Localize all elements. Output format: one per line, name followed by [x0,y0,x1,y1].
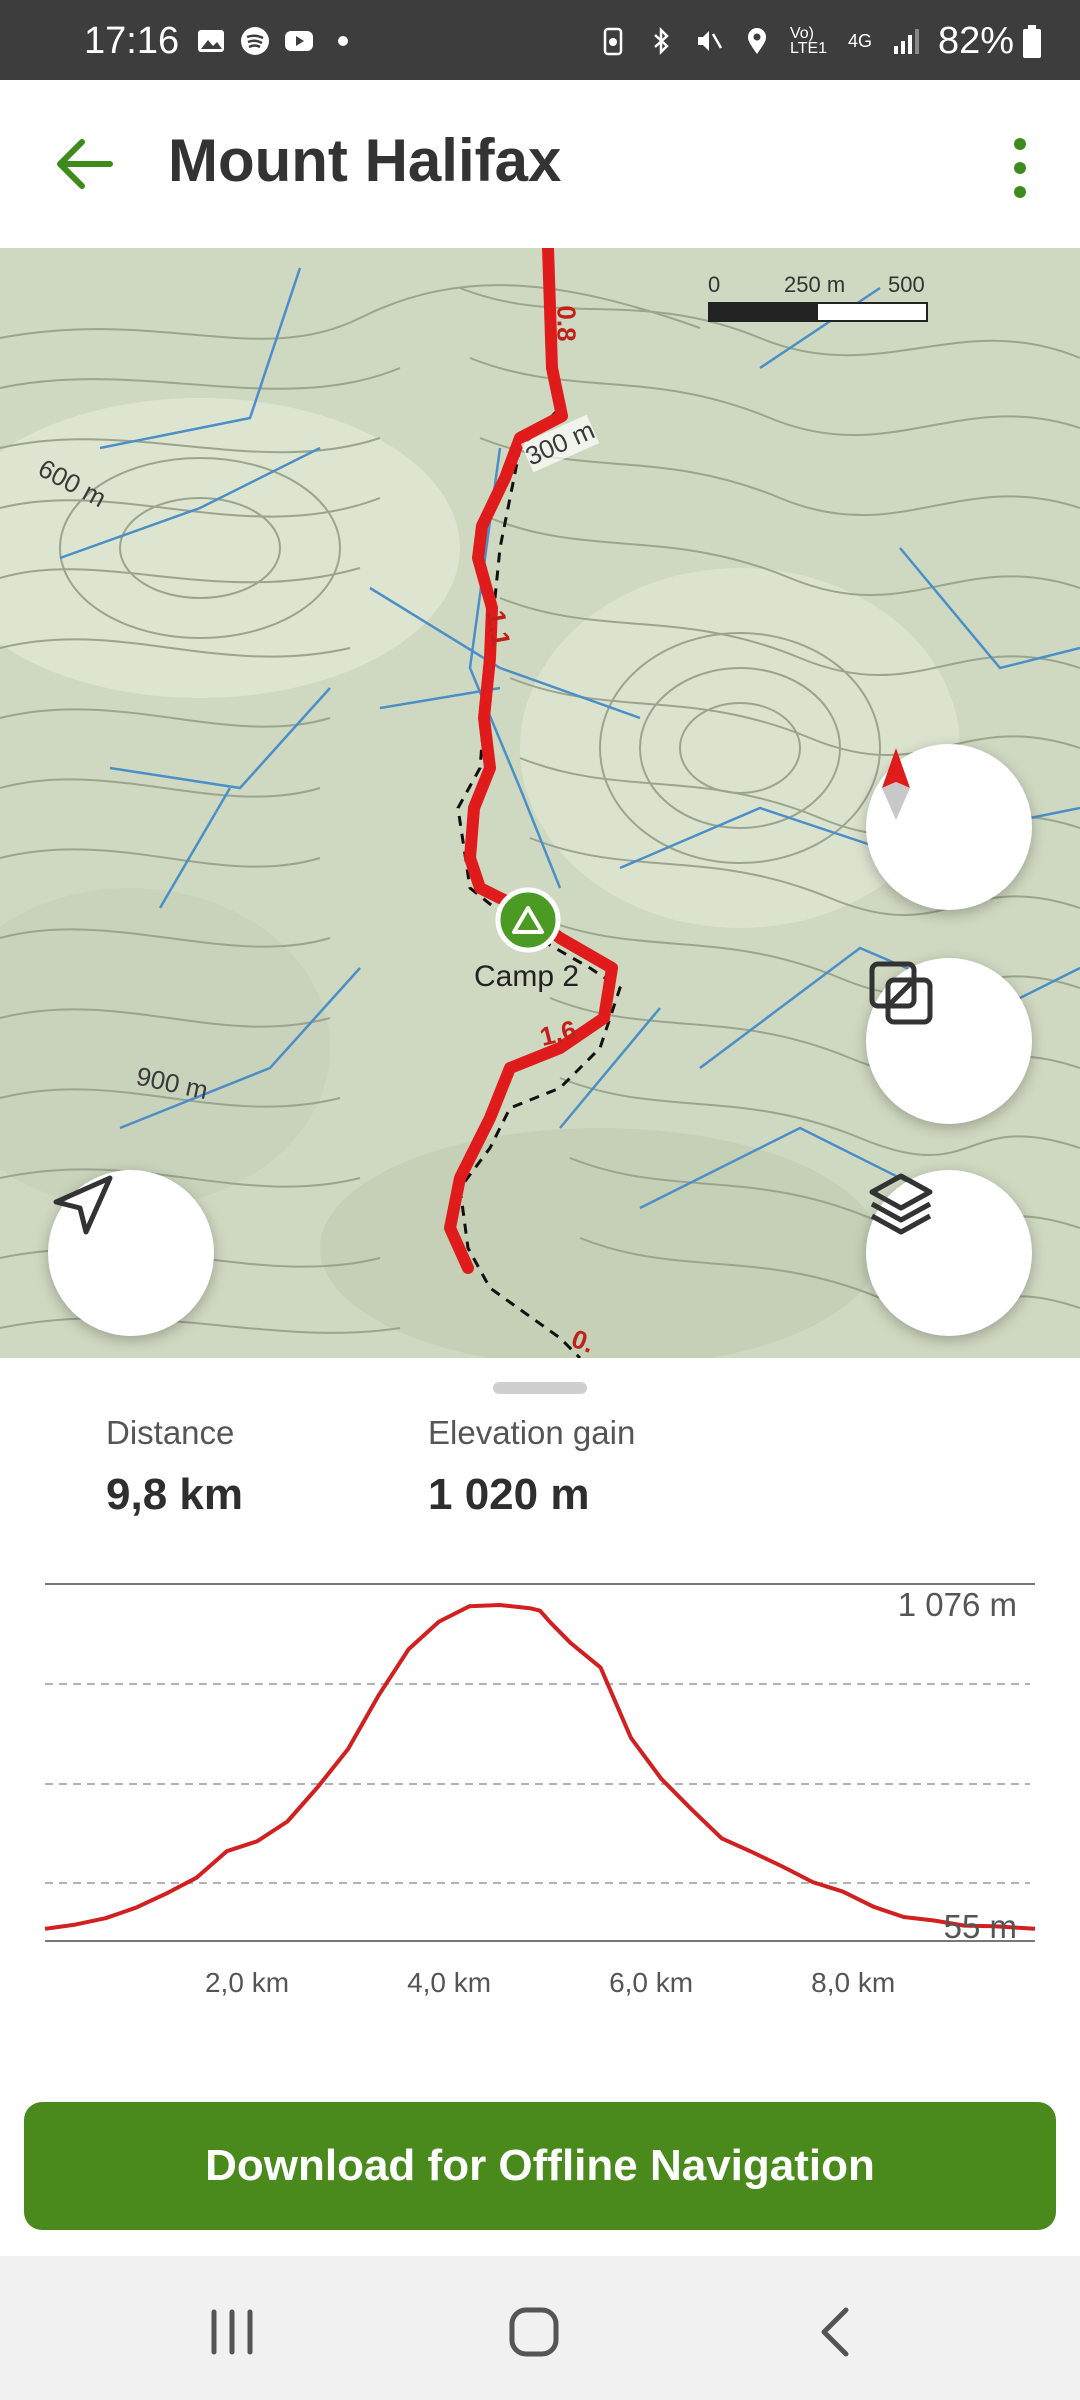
trail-km-0-8: 0.8 [551,305,582,342]
gallery-icon [198,30,224,52]
camp-waypoint[interactable] [495,887,561,953]
elevation-label: Elevation gain [428,1414,636,1451]
elevation-stat: Elevation gain 1 020 m [428,1414,635,1520]
spotify-icon [241,27,269,55]
volte-label: Vo) LTE1 [789,25,828,57]
page-title: Mount Halifax [168,127,562,194]
x-tick-label: 2,0 km [205,1967,289,1998]
system-nav-bar [0,2256,1080,2400]
x-tick-label: 8,0 km [811,1967,895,1998]
youtube-icon [285,31,313,51]
status-left-icons [196,26,358,56]
trail-summary-sheet: Distance 9,8 km Elevation gain 1 020 m 1… [0,1358,1080,2078]
status-time: 17:16 [84,20,180,62]
recent-apps-icon [211,2309,253,2355]
max-elevation-label: 1 076 m [898,1586,1017,1623]
locate-me-button[interactable] [48,1170,214,1336]
x-tick-label: 6,0 km [609,1967,693,1998]
x-tick-label: 4,0 km [407,1967,491,1998]
layers-icon [869,1173,933,1235]
distance-value: 9,8 km [106,1470,243,1519]
download-offline-button[interactable]: Download for Offline Navigation [24,2102,1056,2230]
battery-icon [1023,24,1041,58]
mute-icon [697,31,723,51]
elevation-profile-line [44,1603,1036,1931]
back-button[interactable] [48,124,128,204]
battery-saver-icon [603,27,623,56]
scale-label-250: 250 m [784,272,846,297]
back-icon [821,2307,849,2357]
distance-stat: Distance 9,8 km [106,1414,243,1520]
compass-button[interactable] [866,744,1032,910]
more-vertical-icon [1014,138,1026,198]
battery-level: 82% [937,20,1014,62]
status-bar: 17:16 Vo) LTE1 4G 82% [0,0,1080,80]
elevation-chart[interactable]: 1 076 m 55 m 2,0 km 4,0 km 6,0 km 8,0 km [0,1558,1080,2028]
map-layers-button[interactable] [866,1170,1032,1336]
dot-icon [338,36,348,46]
trail-km-1-1: 1.1 [480,608,517,649]
trail-map[interactable]: 600 m 900 m 300 m 0.8 1.1 1.6 0. Camp 2 … [0,248,1080,1358]
min-elevation-label: 55 m [944,1908,1017,1945]
elevation-value: 1 020 m [428,1470,590,1519]
recent-apps-button[interactable] [192,2292,272,2372]
navigation-arrow-icon [53,1175,113,1235]
map-scale: 0 250 m 500 m [708,272,928,323]
waypoint-label: Camp 2 [474,960,580,993]
arrow-left-icon [57,139,113,189]
network-label: 4G [847,30,872,51]
bluetooth-icon [654,26,669,56]
signal-icon [894,29,919,54]
home-icon [509,2307,559,2357]
app-bar: Mount Halifax [0,80,1080,248]
scale-label-0: 0 [708,272,721,297]
status-right-icons: Vo) LTE1 4G [598,25,920,57]
sheet-drag-handle[interactable] [493,1382,587,1394]
home-button[interactable] [494,2292,574,2372]
overlay-icon [869,961,933,1025]
map-overlay-button[interactable] [866,958,1032,1124]
battery: 82% [938,20,1042,63]
distance-label: Distance [106,1414,235,1451]
location-icon [747,28,766,54]
compass-icon [882,748,910,820]
more-options-button[interactable] [984,128,1056,208]
system-back-button[interactable] [796,2292,876,2372]
